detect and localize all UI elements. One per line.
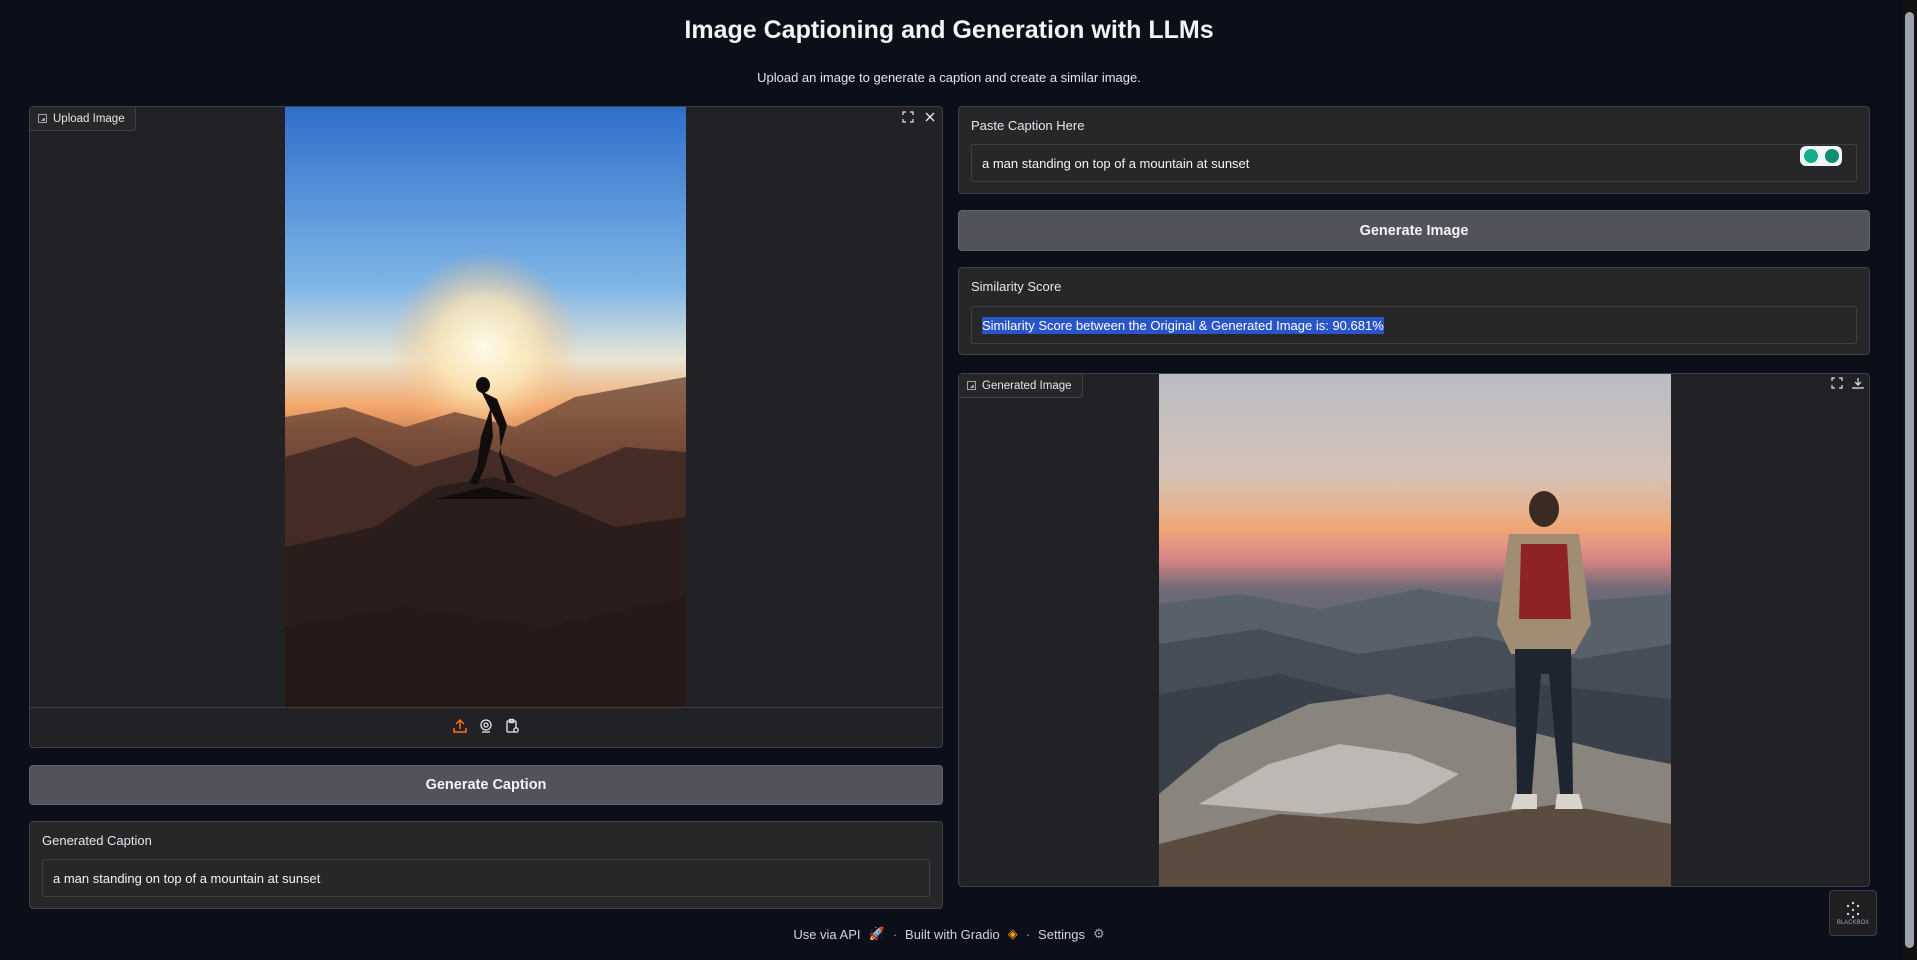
generated-caption-field[interactable]: a man standing on top of a mountain at s… [42, 859, 930, 897]
similarity-score-label: Similarity Score [971, 279, 1062, 294]
uploaded-image [285, 107, 686, 707]
separator-dot: · [892, 926, 898, 942]
page-title: Image Captioning and Generation with LLM… [684, 16, 1214, 44]
gradio-logo-icon: ◈ [1007, 926, 1018, 941]
footer: Use via API 🚀 · Built with Gradio ◈ · Se… [0, 926, 1898, 942]
scrollbar[interactable] [1902, 0, 1917, 960]
separator-dot: · [1025, 926, 1031, 942]
fullscreen-icon[interactable] [900, 109, 916, 125]
paste-caption-text: a man standing on top of a mountain at s… [982, 155, 1250, 171]
generated-image-label-text: Generated Image [982, 379, 1072, 392]
similarity-score-field[interactable]: Similarity Score between the Original & … [971, 306, 1857, 344]
download-icon[interactable] [1850, 375, 1866, 391]
generate-caption-button[interactable]: Generate Caption [29, 765, 943, 805]
built-with-gradio-link[interactable]: Built with Gradio [905, 927, 1000, 942]
use-via-api-link[interactable]: Use via API [793, 927, 860, 942]
generated-image-panel: Generated Image [958, 373, 1870, 887]
grammar-extension-icon[interactable] [1800, 146, 1842, 166]
settings-link[interactable]: Settings [1038, 927, 1085, 942]
paste-caption-panel: Paste Caption Here a man standing on top… [958, 106, 1870, 194]
clipboard-icon[interactable] [504, 718, 520, 739]
webcam-icon[interactable] [478, 718, 494, 739]
paste-caption-label: Paste Caption Here [971, 118, 1085, 133]
fullscreen-icon[interactable] [1829, 375, 1845, 391]
paste-caption-input[interactable]: a man standing on top of a mountain at s… [971, 144, 1857, 182]
scrollbar-thumb[interactable] [1905, 12, 1914, 948]
similarity-score-panel: Similarity Score Similarity Score betwee… [958, 267, 1870, 355]
generate-image-button[interactable]: Generate Image [958, 210, 1870, 251]
upload-toolbar [30, 707, 942, 748]
generated-caption-label: Generated Caption [42, 833, 152, 848]
similarity-score-text: Similarity Score between the Original & … [982, 316, 1384, 334]
gear-icon[interactable]: ⚙ [1093, 926, 1105, 942]
blackbox-badge[interactable]: BLACKBOX [1829, 890, 1877, 936]
upload-image-label-text: Upload Image [53, 112, 125, 125]
image-icon [967, 381, 976, 390]
blackbox-logo-icon [1846, 901, 1860, 919]
generated-caption-panel: Generated Caption a man standing on top … [29, 821, 943, 909]
upload-icon[interactable] [452, 718, 468, 739]
generated-image-label: Generated Image [959, 374, 1083, 398]
generated-image [1159, 374, 1671, 886]
image-icon [38, 114, 47, 123]
blackbox-badge-text: BLACKBOX [1836, 920, 1870, 926]
rocket-icon: 🚀 [868, 926, 885, 941]
upload-image-label: Upload Image [30, 107, 136, 131]
page-subtitle: Upload an image to generate a caption an… [757, 70, 1141, 85]
upload-image-panel[interactable]: Upload Image [29, 106, 943, 748]
close-icon[interactable] [922, 109, 938, 125]
